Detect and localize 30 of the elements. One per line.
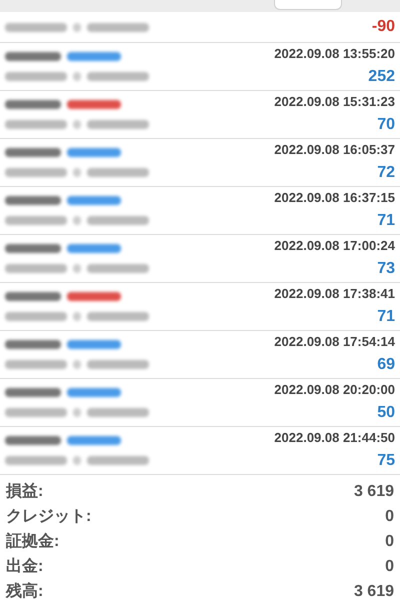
- summary-label: 出金:: [6, 556, 44, 576]
- profit-value: 73: [377, 259, 395, 280]
- summary-label: 損益:: [6, 482, 44, 502]
- trade-time: 2022.09.08 17:54:14: [274, 332, 395, 351]
- profit-value: 252: [368, 67, 395, 88]
- profit-value: 75: [377, 451, 395, 472]
- trade-time: 2022.09.08 16:05:37: [274, 140, 395, 159]
- toolbar-button[interactable]: [274, 0, 342, 10]
- trade-time: 2022.09.08 13:55:20: [274, 44, 395, 63]
- summary-label: 残高:: [6, 581, 44, 600]
- trade-time: 2022.09.08 17:00:24: [274, 236, 395, 255]
- summary-value: 0: [385, 556, 394, 576]
- summary-value: 3 619: [354, 582, 394, 600]
- profit-value: 50: [377, 403, 395, 424]
- trade-time: 2022.09.08 15:31:23: [274, 92, 395, 111]
- summary-value: 3 619: [354, 482, 394, 502]
- trade-time: 2022.09.08 17:38:41: [274, 284, 395, 303]
- profit-value: 71: [377, 307, 395, 328]
- profit-value: 71: [377, 211, 395, 232]
- summary-value: 0: [385, 532, 394, 552]
- profit-value: -90: [372, 17, 395, 37]
- summary-value: 0: [385, 506, 394, 526]
- summary-label: 証拠金:: [6, 531, 60, 552]
- trade-time: 2022.09.08 16:37:15: [274, 188, 395, 207]
- trade-time: 2022.09.08 21:44:50: [274, 428, 395, 447]
- profit-value: 70: [377, 115, 395, 136]
- trade-time: 2022.09.08 20:20:00: [274, 380, 395, 399]
- profit-value: 72: [377, 163, 395, 184]
- profit-value: 69: [377, 355, 395, 376]
- summary-label: クレジット:: [6, 506, 92, 526]
